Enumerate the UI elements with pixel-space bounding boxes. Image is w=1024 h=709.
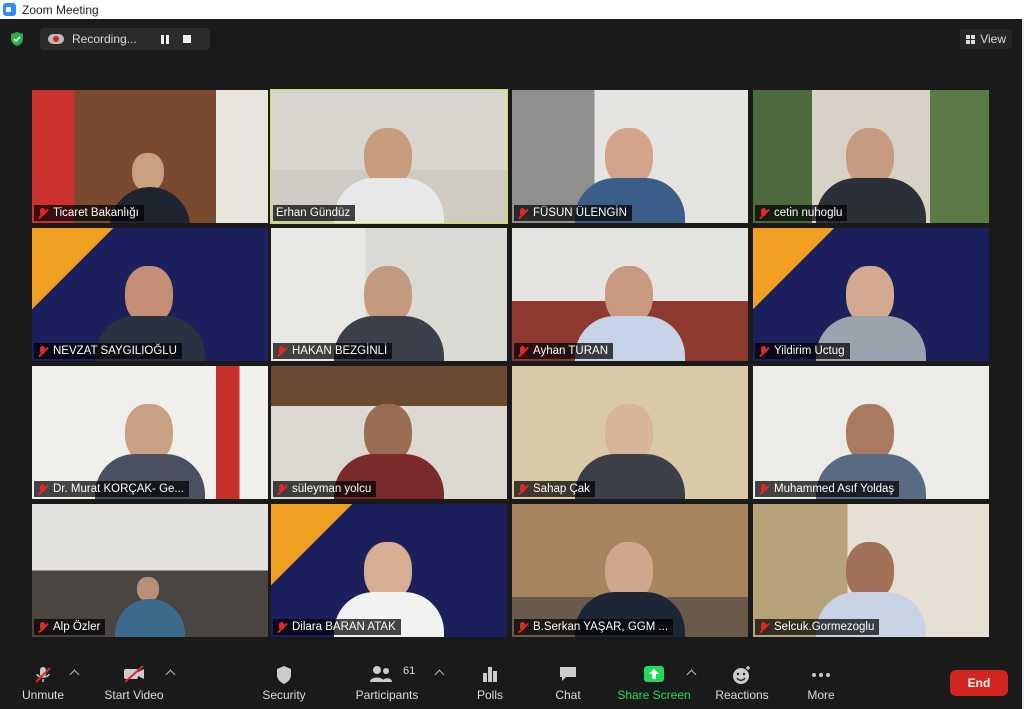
- window-titlebar: Zoom Meeting: [0, 0, 1024, 19]
- muted-mic-icon: [37, 621, 48, 633]
- participant-name-tag: NEVZAT SAYGILIOĞLU: [34, 343, 182, 359]
- participant-name-tag: Alp Özler: [34, 619, 106, 635]
- shield-icon: [277, 666, 291, 684]
- shield-check-icon[interactable]: [9, 31, 25, 47]
- participant-name-tag: Ayhan TURAN: [514, 343, 613, 359]
- participant-video: [115, 577, 185, 637]
- video-off-icon: [124, 665, 144, 683]
- participant-name-tag: Yildirim Uctug: [755, 343, 850, 359]
- video-tile[interactable]: cetin nuhoglu: [753, 90, 989, 223]
- grid-view-icon: [966, 34, 976, 44]
- start-video-button[interactable]: Start Video: [104, 659, 164, 709]
- participant-name-tag: Dr. Murat KORÇAK- Ge...: [34, 481, 189, 497]
- pause-recording-icon[interactable]: [160, 34, 169, 44]
- video-tile[interactable]: Muhammed Asıf Yoldaş: [753, 366, 989, 499]
- meeting-toolbar: Unmute Start Video Security Participants…: [0, 659, 1022, 709]
- participant-name-tag: Sahap Çak: [514, 481, 595, 497]
- video-tile-active-speaker[interactable]: Erhan Gündüz: [270, 89, 508, 224]
- participant-name-tag: cetin nuhoglu: [755, 205, 848, 221]
- muted-mic-icon: [758, 207, 769, 219]
- video-tile[interactable]: Yildirim Uctug: [753, 228, 989, 361]
- video-tile[interactable]: B.Serkan YAŞAR, GGM ...: [512, 504, 748, 637]
- polls-button[interactable]: Polls: [470, 659, 510, 709]
- muted-mic-icon: [37, 483, 48, 495]
- participants-count: 61: [403, 665, 416, 677]
- zoom-logo-icon: [3, 3, 16, 16]
- window-title: Zoom Meeting: [22, 2, 99, 17]
- audio-options-chevron-icon[interactable]: [69, 669, 80, 680]
- video-tile[interactable]: süleyman yolcu: [271, 366, 507, 499]
- muted-mic-icon: [37, 207, 48, 219]
- muted-mic-icon: [517, 483, 528, 495]
- muted-microphone-icon: [35, 667, 51, 683]
- muted-mic-icon: [758, 483, 769, 495]
- reactions-button[interactable]: Reactions: [715, 659, 769, 709]
- participant-name-tag: HAKAN BEZGİNLİ: [273, 343, 393, 359]
- chat-bubble-icon: [560, 667, 576, 681]
- share-screen-icon: [644, 666, 664, 682]
- muted-mic-icon: [517, 621, 528, 633]
- view-button[interactable]: View: [960, 29, 1012, 49]
- view-label: View: [980, 32, 1006, 46]
- video-tile[interactable]: Selcuk.Gormezoglu: [753, 504, 989, 637]
- muted-mic-icon: [37, 345, 48, 357]
- chat-button[interactable]: Chat: [548, 659, 588, 709]
- muted-mic-icon: [276, 483, 287, 495]
- cloud-record-icon: [48, 34, 64, 44]
- more-dots-icon: [812, 673, 830, 677]
- video-tile[interactable]: FÜSUN ÜLENGİN: [512, 90, 748, 223]
- muted-mic-icon: [758, 345, 769, 357]
- unmute-button[interactable]: Unmute: [20, 659, 66, 709]
- video-tile[interactable]: Ayhan TURAN: [512, 228, 748, 361]
- muted-mic-icon: [276, 621, 287, 633]
- smiley-plus-icon: [733, 666, 750, 684]
- participant-name-tag: FÜSUN ÜLENGİN: [514, 205, 632, 221]
- participant-name-tag: süleyman yolcu: [273, 481, 377, 497]
- muted-mic-icon: [517, 207, 528, 219]
- security-button[interactable]: Security: [262, 659, 306, 709]
- recording-indicator[interactable]: Recording...: [40, 28, 210, 50]
- video-tile[interactable]: Alp Özler: [32, 504, 268, 637]
- video-options-chevron-icon[interactable]: [165, 669, 176, 680]
- video-tile[interactable]: Dr. Murat KORÇAK- Ge...: [32, 366, 268, 499]
- video-tile[interactable]: NEVZAT SAYGILIOĞLU: [32, 228, 268, 361]
- participants-icon: [369, 666, 392, 682]
- participant-name-tag: Erhan Gündüz: [273, 205, 356, 221]
- polls-bar-icon: [483, 667, 497, 682]
- end-meeting-button[interactable]: End: [950, 670, 1008, 696]
- participant-name-tag: B.Serkan YAŞAR, GGM ...: [514, 619, 674, 635]
- participant-name-tag: Selcuk.Gormezoglu: [755, 619, 880, 635]
- video-tile[interactable]: Dilara BARAN ATAK: [271, 504, 507, 637]
- muted-mic-icon: [276, 345, 287, 357]
- video-tile[interactable]: Ticaret Bakanlığı: [32, 90, 268, 223]
- stop-recording-icon[interactable]: [182, 35, 191, 43]
- participant-name-tag: Muhammed Asıf Yoldaş: [755, 481, 900, 497]
- video-tile[interactable]: HAKAN BEZGİNLİ: [271, 228, 507, 361]
- share-screen-button[interactable]: Share Screen: [617, 659, 691, 709]
- more-button[interactable]: More: [803, 659, 839, 709]
- participant-name-tag: Dilara BARAN ATAK: [273, 619, 401, 635]
- participants-options-chevron-icon[interactable]: [434, 669, 445, 680]
- muted-mic-icon: [758, 621, 769, 633]
- participant-name-tag: Ticaret Bakanlığı: [34, 205, 144, 221]
- video-tile[interactable]: Sahap Çak: [512, 366, 748, 499]
- recording-label: Recording...: [72, 32, 137, 46]
- muted-mic-icon: [517, 345, 528, 357]
